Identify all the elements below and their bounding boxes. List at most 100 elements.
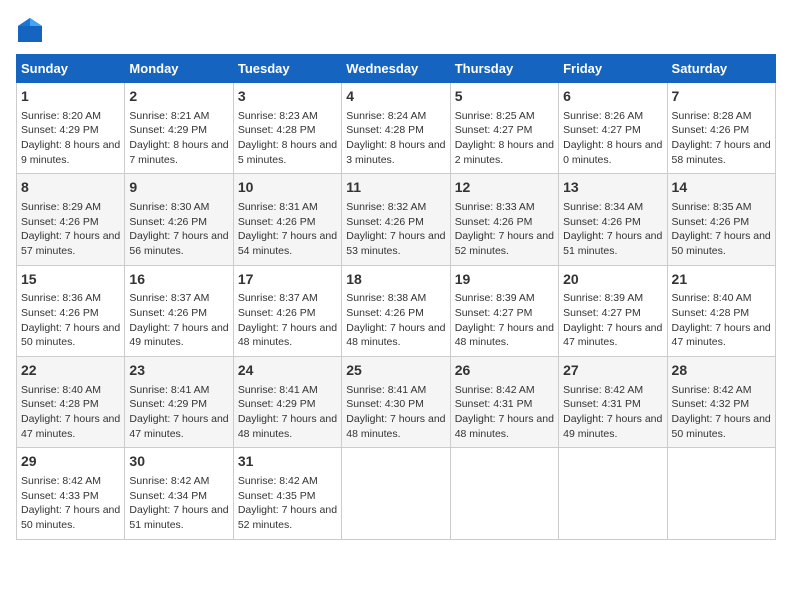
day-number: 15 — [21, 270, 120, 290]
weekday-header-monday: Monday — [125, 55, 233, 83]
day-number: 28 — [672, 361, 771, 381]
day-number: 8 — [21, 178, 120, 198]
day-number: 2 — [129, 87, 228, 107]
cell-content: Sunrise: 8:23 AMSunset: 4:28 PMDaylight:… — [238, 109, 337, 168]
cell-content: Sunrise: 8:42 AMSunset: 4:31 PMDaylight:… — [563, 383, 662, 442]
calendar-cell: 31 Sunrise: 8:42 AMSunset: 4:35 PMDaylig… — [233, 448, 341, 539]
calendar-cell: 16 Sunrise: 8:37 AMSunset: 4:26 PMDaylig… — [125, 265, 233, 356]
cell-content: Sunrise: 8:31 AMSunset: 4:26 PMDaylight:… — [238, 200, 337, 259]
cell-content: Sunrise: 8:40 AMSunset: 4:28 PMDaylight:… — [672, 291, 771, 350]
cell-content: Sunrise: 8:38 AMSunset: 4:26 PMDaylight:… — [346, 291, 445, 350]
weekday-header-sunday: Sunday — [17, 55, 125, 83]
week-row-2: 8 Sunrise: 8:29 AMSunset: 4:26 PMDayligh… — [17, 174, 776, 265]
day-number: 23 — [129, 361, 228, 381]
cell-content: Sunrise: 8:25 AMSunset: 4:27 PMDaylight:… — [455, 109, 554, 168]
cell-content: Sunrise: 8:42 AMSunset: 4:33 PMDaylight:… — [21, 474, 120, 533]
calendar-cell: 10 Sunrise: 8:31 AMSunset: 4:26 PMDaylig… — [233, 174, 341, 265]
cell-content: Sunrise: 8:21 AMSunset: 4:29 PMDaylight:… — [129, 109, 228, 168]
day-number: 13 — [563, 178, 662, 198]
day-number: 30 — [129, 452, 228, 472]
calendar-header: SundayMondayTuesdayWednesdayThursdayFrid… — [17, 55, 776, 83]
day-number: 10 — [238, 178, 337, 198]
calendar-cell: 6 Sunrise: 8:26 AMSunset: 4:27 PMDayligh… — [559, 83, 667, 174]
cell-content: Sunrise: 8:41 AMSunset: 4:29 PMDaylight:… — [238, 383, 337, 442]
logo-icon — [16, 16, 44, 44]
cell-content: Sunrise: 8:42 AMSunset: 4:35 PMDaylight:… — [238, 474, 337, 533]
cell-content: Sunrise: 8:35 AMSunset: 4:26 PMDaylight:… — [672, 200, 771, 259]
cell-content: Sunrise: 8:33 AMSunset: 4:26 PMDaylight:… — [455, 200, 554, 259]
day-number: 3 — [238, 87, 337, 107]
day-number: 27 — [563, 361, 662, 381]
calendar-cell: 2 Sunrise: 8:21 AMSunset: 4:29 PMDayligh… — [125, 83, 233, 174]
day-number: 11 — [346, 178, 445, 198]
calendar-cell: 27 Sunrise: 8:42 AMSunset: 4:31 PMDaylig… — [559, 357, 667, 448]
calendar-cell: 1 Sunrise: 8:20 AMSunset: 4:29 PMDayligh… — [17, 83, 125, 174]
weekday-header-thursday: Thursday — [450, 55, 558, 83]
week-row-3: 15 Sunrise: 8:36 AMSunset: 4:26 PMDaylig… — [17, 265, 776, 356]
calendar-cell: 21 Sunrise: 8:40 AMSunset: 4:28 PMDaylig… — [667, 265, 775, 356]
calendar-cell: 24 Sunrise: 8:41 AMSunset: 4:29 PMDaylig… — [233, 357, 341, 448]
calendar-cell — [667, 448, 775, 539]
cell-content: Sunrise: 8:34 AMSunset: 4:26 PMDaylight:… — [563, 200, 662, 259]
calendar-cell: 30 Sunrise: 8:42 AMSunset: 4:34 PMDaylig… — [125, 448, 233, 539]
day-number: 6 — [563, 87, 662, 107]
day-number: 20 — [563, 270, 662, 290]
calendar-cell — [342, 448, 450, 539]
day-number: 16 — [129, 270, 228, 290]
calendar-cell: 19 Sunrise: 8:39 AMSunset: 4:27 PMDaylig… — [450, 265, 558, 356]
cell-content: Sunrise: 8:28 AMSunset: 4:26 PMDaylight:… — [672, 109, 771, 168]
cell-content: Sunrise: 8:37 AMSunset: 4:26 PMDaylight:… — [238, 291, 337, 350]
week-row-1: 1 Sunrise: 8:20 AMSunset: 4:29 PMDayligh… — [17, 83, 776, 174]
calendar-cell: 8 Sunrise: 8:29 AMSunset: 4:26 PMDayligh… — [17, 174, 125, 265]
weekday-header-friday: Friday — [559, 55, 667, 83]
calendar-table: SundayMondayTuesdayWednesdayThursdayFrid… — [16, 54, 776, 540]
calendar-cell: 12 Sunrise: 8:33 AMSunset: 4:26 PMDaylig… — [450, 174, 558, 265]
calendar-cell: 23 Sunrise: 8:41 AMSunset: 4:29 PMDaylig… — [125, 357, 233, 448]
day-number: 25 — [346, 361, 445, 381]
page-header — [16, 16, 776, 44]
calendar-cell: 26 Sunrise: 8:42 AMSunset: 4:31 PMDaylig… — [450, 357, 558, 448]
day-number: 5 — [455, 87, 554, 107]
day-number: 17 — [238, 270, 337, 290]
cell-content: Sunrise: 8:37 AMSunset: 4:26 PMDaylight:… — [129, 291, 228, 350]
day-number: 14 — [672, 178, 771, 198]
cell-content: Sunrise: 8:39 AMSunset: 4:27 PMDaylight:… — [563, 291, 662, 350]
day-number: 31 — [238, 452, 337, 472]
day-number: 4 — [346, 87, 445, 107]
calendar-cell: 15 Sunrise: 8:36 AMSunset: 4:26 PMDaylig… — [17, 265, 125, 356]
day-number: 7 — [672, 87, 771, 107]
cell-content: Sunrise: 8:32 AMSunset: 4:26 PMDaylight:… — [346, 200, 445, 259]
cell-content: Sunrise: 8:42 AMSunset: 4:31 PMDaylight:… — [455, 383, 554, 442]
week-row-5: 29 Sunrise: 8:42 AMSunset: 4:33 PMDaylig… — [17, 448, 776, 539]
calendar-cell: 29 Sunrise: 8:42 AMSunset: 4:33 PMDaylig… — [17, 448, 125, 539]
calendar-cell: 4 Sunrise: 8:24 AMSunset: 4:28 PMDayligh… — [342, 83, 450, 174]
day-number: 29 — [21, 452, 120, 472]
weekday-header-wednesday: Wednesday — [342, 55, 450, 83]
cell-content: Sunrise: 8:36 AMSunset: 4:26 PMDaylight:… — [21, 291, 120, 350]
calendar-cell: 20 Sunrise: 8:39 AMSunset: 4:27 PMDaylig… — [559, 265, 667, 356]
calendar-cell: 18 Sunrise: 8:38 AMSunset: 4:26 PMDaylig… — [342, 265, 450, 356]
cell-content: Sunrise: 8:30 AMSunset: 4:26 PMDaylight:… — [129, 200, 228, 259]
day-number: 12 — [455, 178, 554, 198]
day-number: 9 — [129, 178, 228, 198]
calendar-cell: 25 Sunrise: 8:41 AMSunset: 4:30 PMDaylig… — [342, 357, 450, 448]
cell-content: Sunrise: 8:40 AMSunset: 4:28 PMDaylight:… — [21, 383, 120, 442]
day-number: 21 — [672, 270, 771, 290]
calendar-cell: 13 Sunrise: 8:34 AMSunset: 4:26 PMDaylig… — [559, 174, 667, 265]
weekday-header-tuesday: Tuesday — [233, 55, 341, 83]
calendar-cell — [450, 448, 558, 539]
day-number: 26 — [455, 361, 554, 381]
calendar-body: 1 Sunrise: 8:20 AMSunset: 4:29 PMDayligh… — [17, 83, 776, 540]
weekday-header-row: SundayMondayTuesdayWednesdayThursdayFrid… — [17, 55, 776, 83]
calendar-cell: 9 Sunrise: 8:30 AMSunset: 4:26 PMDayligh… — [125, 174, 233, 265]
day-number: 22 — [21, 361, 120, 381]
cell-content: Sunrise: 8:42 AMSunset: 4:34 PMDaylight:… — [129, 474, 228, 533]
week-row-4: 22 Sunrise: 8:40 AMSunset: 4:28 PMDaylig… — [17, 357, 776, 448]
calendar-cell: 5 Sunrise: 8:25 AMSunset: 4:27 PMDayligh… — [450, 83, 558, 174]
logo — [16, 16, 48, 44]
cell-content: Sunrise: 8:41 AMSunset: 4:29 PMDaylight:… — [129, 383, 228, 442]
calendar-cell — [559, 448, 667, 539]
calendar-cell: 22 Sunrise: 8:40 AMSunset: 4:28 PMDaylig… — [17, 357, 125, 448]
weekday-header-saturday: Saturday — [667, 55, 775, 83]
calendar-cell: 14 Sunrise: 8:35 AMSunset: 4:26 PMDaylig… — [667, 174, 775, 265]
